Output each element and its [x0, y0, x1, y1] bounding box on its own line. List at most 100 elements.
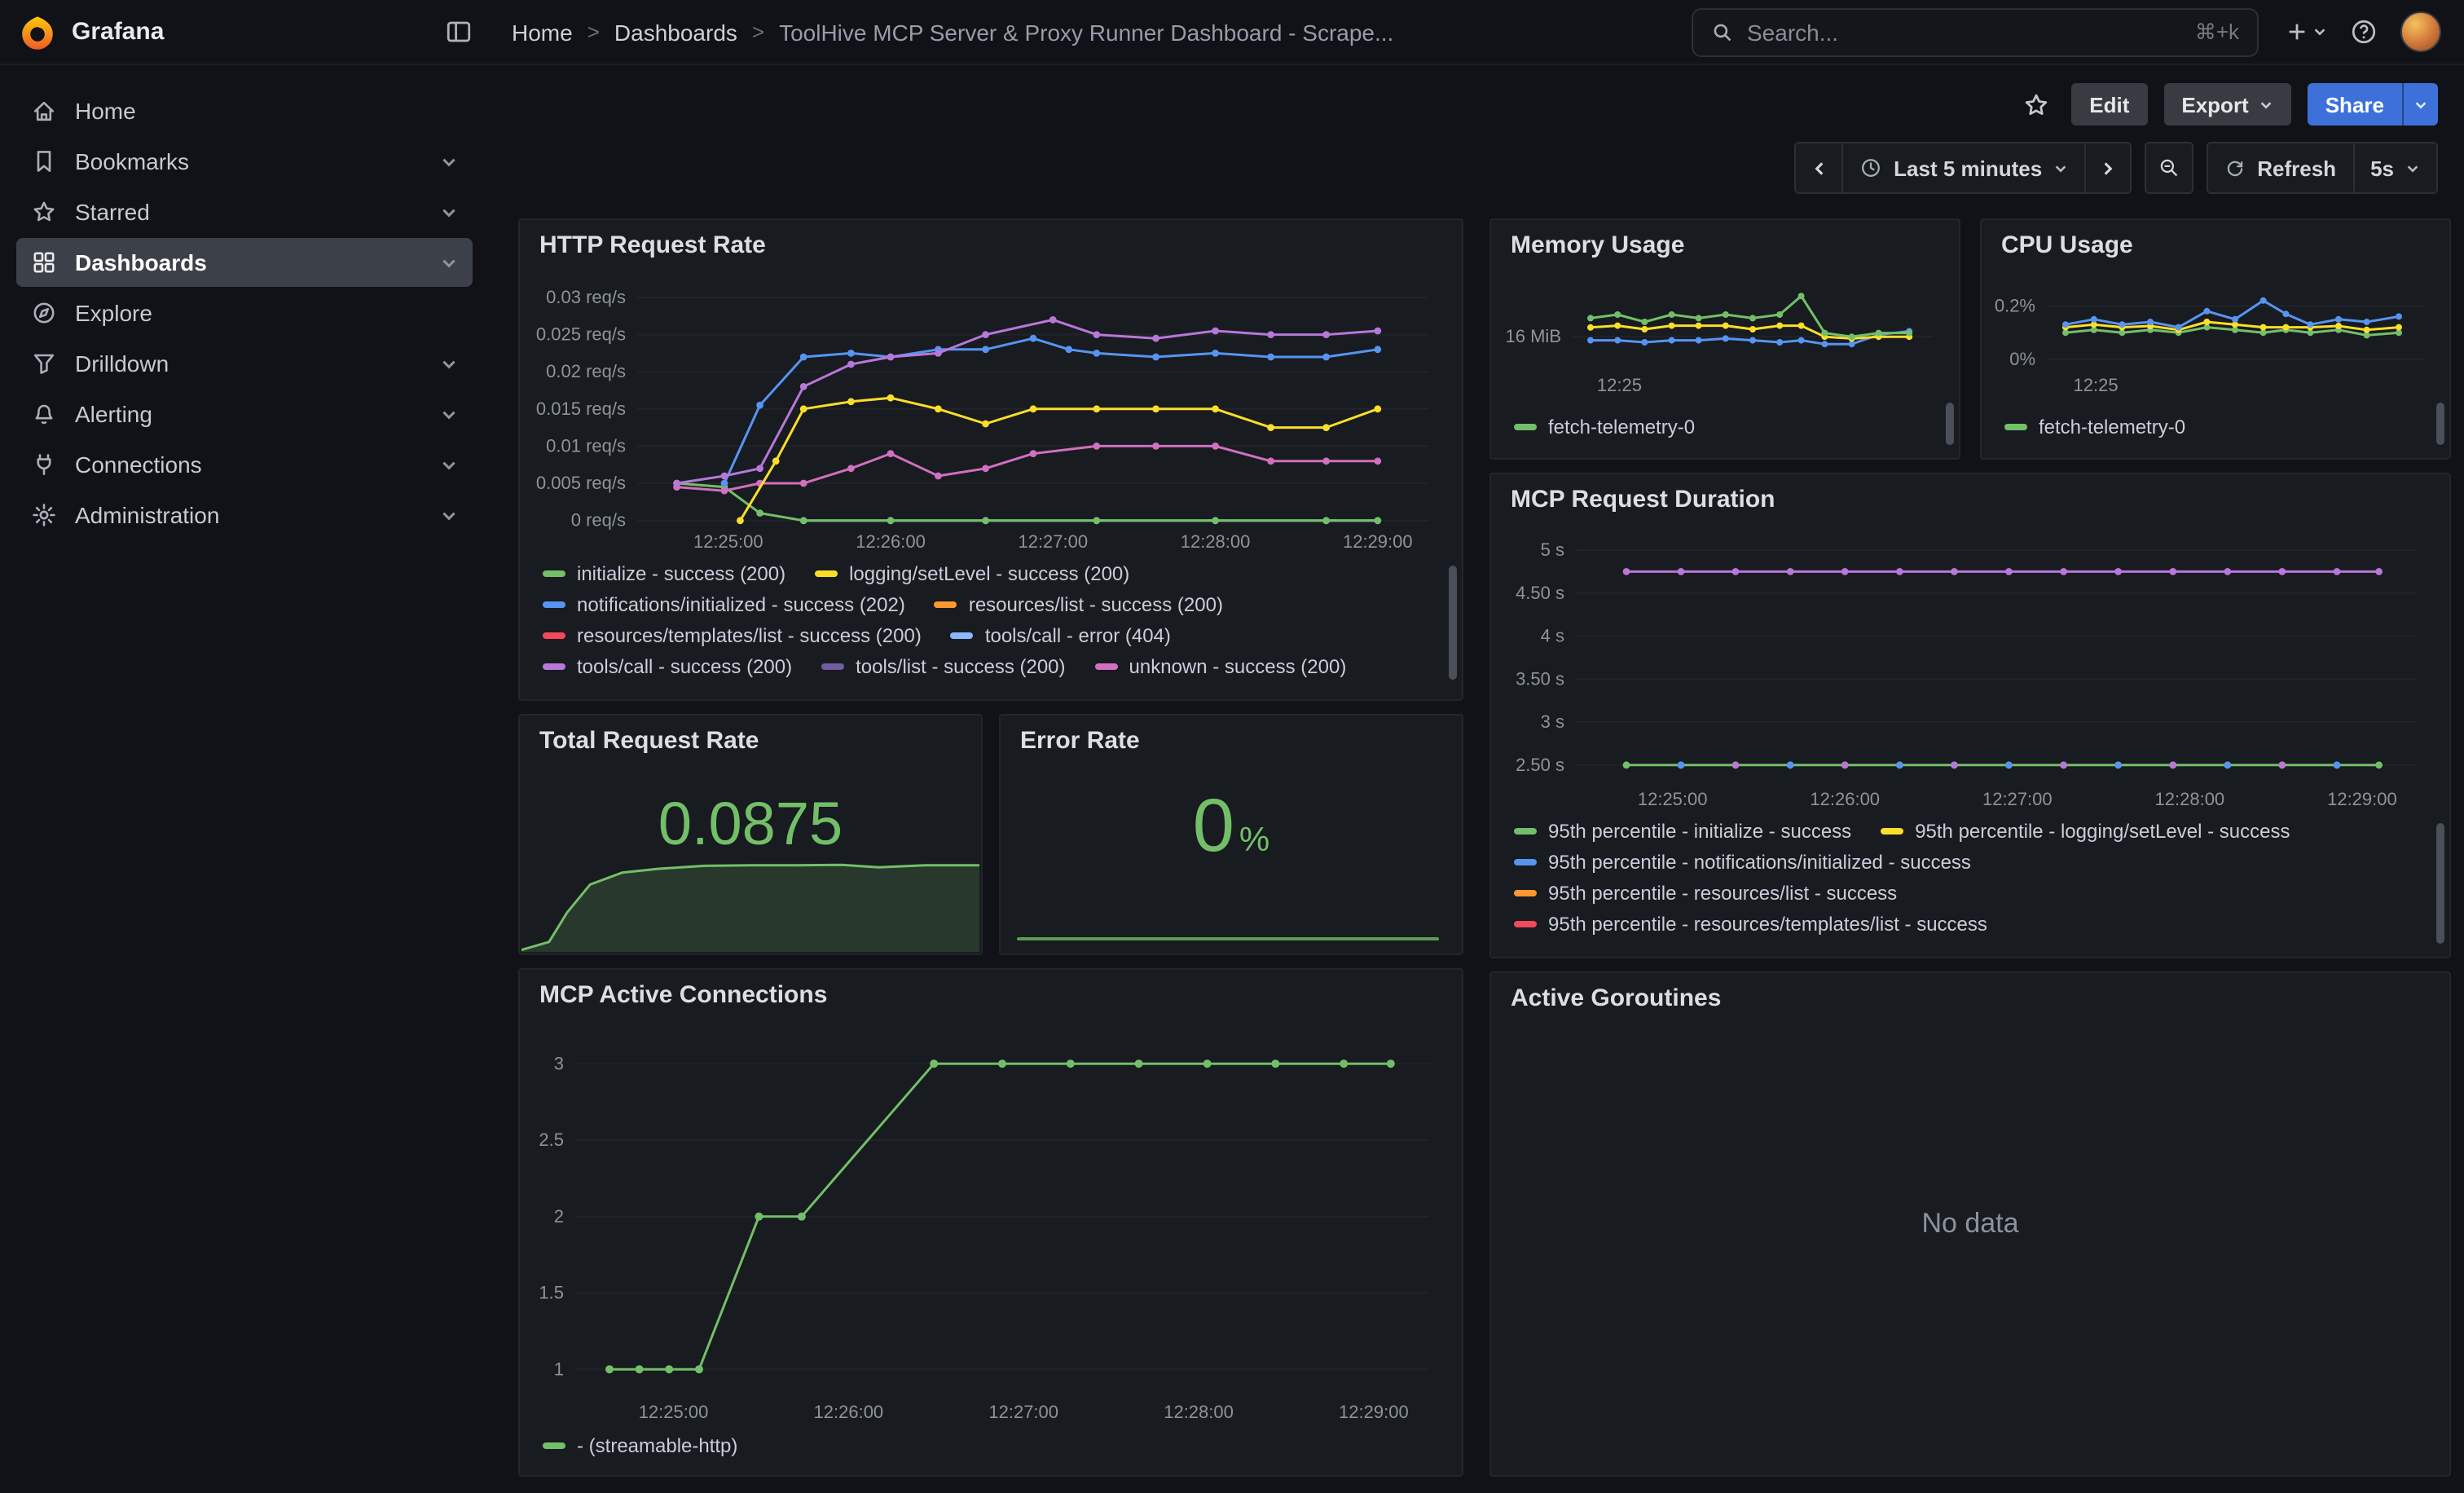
- legend-item[interactable]: notifications/initialized - success (202…: [543, 593, 905, 616]
- active-connections-chart[interactable]: 32.521.5112:25:0012:26:0012:27:0012:28:0…: [533, 1022, 1442, 1423]
- legend-item[interactable]: resources/list - success (200): [935, 593, 1223, 616]
- chevron-down-icon[interactable]: [440, 355, 458, 372]
- legend-item[interactable]: - (streamable-http): [543, 1434, 737, 1457]
- time-back-button[interactable]: [1796, 143, 1841, 192]
- time-range-picker[interactable]: Last 5 minutes: [1841, 143, 2084, 192]
- legend-swatch: [1881, 828, 1903, 835]
- time-forward-button[interactable]: [2084, 143, 2130, 192]
- chevron-down-icon[interactable]: [440, 253, 458, 271]
- legend-label: 95th percentile - notifications/initiali…: [1548, 851, 1971, 874]
- edit-button[interactable]: Edit: [2071, 83, 2147, 126]
- panel-title[interactable]: CPU Usage: [2001, 231, 2133, 259]
- panel-title[interactable]: HTTP Request Rate: [539, 231, 766, 259]
- refresh-interval-button[interactable]: 5s: [2352, 143, 2436, 192]
- cpu-usage-chart[interactable]: 0.2%0%12:25: [1991, 266, 2436, 396]
- panel-title[interactable]: Error Rate: [1020, 727, 1140, 755]
- chevron-down-icon[interactable]: [440, 405, 458, 423]
- chart-legend: 95th percentile - initialize - success 95…: [1514, 820, 2420, 944]
- legend-item[interactable]: 95th percentile - resources/templates/li…: [1514, 913, 1987, 936]
- legend-item[interactable]: 95th percentile - logging/setLevel - suc…: [1881, 820, 2290, 843]
- breadcrumb-dashboards[interactable]: Dashboards: [614, 19, 737, 45]
- chevron-down-icon[interactable]: [440, 203, 458, 221]
- search-input[interactable]: [1747, 19, 2182, 45]
- legend-item[interactable]: resources/templates/list - success (200): [543, 624, 922, 647]
- refresh-button[interactable]: Refresh: [2208, 143, 2352, 192]
- legend-item[interactable]: fetch-telemetry-0: [1514, 416, 1695, 438]
- svg-text:12:29:00: 12:29:00: [1339, 1402, 1409, 1422]
- gear-icon: [31, 502, 57, 528]
- chevron-down-icon[interactable]: [440, 456, 458, 473]
- svg-text:0.015 req/s: 0.015 req/s: [536, 399, 626, 419]
- chart-legend: initialize - success (200) logging/setLev…: [543, 562, 1432, 686]
- legend-item[interactable]: tools/list - success (200): [821, 655, 1065, 678]
- grafana-logo[interactable]: [20, 14, 55, 50]
- breadcrumb-home[interactable]: Home: [512, 19, 573, 45]
- plug-icon: [31, 451, 57, 478]
- favorite-star-button[interactable]: [2017, 86, 2055, 123]
- request-duration-chart[interactable]: 5 s4.50 s4 s3.50 s3 s2.50 s12:25:0012:26…: [1504, 526, 2430, 810]
- grid-column-left: HTTP Request Rate 0.03 req/s0.025 req/s0…: [518, 218, 1463, 1477]
- panel-title[interactable]: Memory Usage: [1511, 231, 1684, 259]
- memory-usage-chart[interactable]: 16 MiB12:25: [1501, 266, 1946, 396]
- share-menu-button[interactable]: [2402, 83, 2438, 126]
- svg-text:12:28:00: 12:28:00: [1181, 531, 1251, 552]
- grafana-app: Grafana Home > Dashboards > ToolHive MCP…: [0, 0, 2464, 1493]
- legend-scrollbar[interactable]: [2436, 823, 2444, 944]
- refresh-group: Refresh 5s: [2207, 142, 2438, 194]
- sidebar-item-explore[interactable]: Explore: [16, 288, 473, 337]
- legend-item[interactable]: tools/call - success (200): [543, 655, 792, 678]
- legend-item[interactable]: 95th percentile - notifications/initiali…: [1514, 851, 1971, 874]
- sidebar-item-starred[interactable]: Starred: [16, 187, 473, 236]
- panel-title[interactable]: Total Request Rate: [539, 727, 759, 755]
- legend-swatch: [1514, 921, 1537, 927]
- legend-item[interactable]: logging/setLevel - success (200): [815, 562, 1129, 585]
- refresh-icon: [2224, 157, 2246, 178]
- export-button[interactable]: Export: [2163, 83, 2290, 126]
- legend-item[interactable]: fetch-telemetry-0: [2004, 416, 2185, 438]
- sidebar-item-drilldown[interactable]: Drilldown: [16, 339, 473, 388]
- search-box[interactable]: ⌘+k: [1692, 7, 2259, 56]
- svg-text:1: 1: [554, 1359, 564, 1379]
- sidebar-item-connections[interactable]: Connections: [16, 440, 473, 489]
- plus-icon: [2285, 20, 2309, 44]
- user-avatar[interactable]: [2400, 11, 2441, 52]
- legend-scrollbar[interactable]: [1946, 403, 1954, 445]
- breadcrumb-separator: >: [587, 20, 600, 44]
- legend-scrollbar[interactable]: [2436, 403, 2444, 445]
- sidebar-item-administration[interactable]: Administration: [16, 491, 473, 540]
- legend-scrollbar[interactable]: [1449, 566, 1457, 680]
- chevron-right-icon: [2099, 159, 2117, 177]
- svg-text:0.02 req/s: 0.02 req/s: [546, 361, 626, 381]
- grafana-logo-icon: [20, 14, 55, 50]
- sidebar-toggle-icon[interactable]: [445, 18, 473, 46]
- legend-item[interactable]: unknown - success (200): [1095, 655, 1347, 678]
- sidebar-item-home[interactable]: Home: [16, 86, 473, 135]
- panel-http-request-rate: HTTP Request Rate 0.03 req/s0.025 req/s0…: [518, 218, 1463, 701]
- chevron-down-icon[interactable]: [440, 152, 458, 170]
- legend-item[interactable]: tools/call - error (404): [951, 624, 1171, 647]
- sidebar-item-alerting[interactable]: Alerting: [16, 390, 473, 438]
- svg-text:12:28:00: 12:28:00: [2155, 789, 2225, 809]
- legend-label: tools/call - success (200): [577, 655, 792, 678]
- sidebar-item-bookmarks[interactable]: Bookmarks: [16, 137, 473, 186]
- add-button[interactable]: [2285, 20, 2327, 44]
- panel-title[interactable]: MCP Request Duration: [1511, 486, 1775, 513]
- legend-swatch: [1095, 663, 1118, 670]
- stat-row: Total Request Rate 0.0875 Error Rate 0 %: [518, 714, 1463, 955]
- bell-icon: [31, 401, 57, 427]
- search-icon: [1711, 20, 1734, 43]
- error-rate-unit: %: [1239, 821, 1269, 861]
- zoom-out-button[interactable]: [2146, 143, 2192, 192]
- help-button[interactable]: [2350, 18, 2378, 46]
- bookmark-icon: [31, 148, 57, 174]
- panel-title[interactable]: Active Goroutines: [1511, 984, 1721, 1012]
- share-button[interactable]: Share: [2308, 83, 2402, 126]
- legend-item[interactable]: 95th percentile - initialize - success: [1514, 820, 1851, 843]
- http-request-rate-chart[interactable]: 0.03 req/s0.025 req/s0.02 req/s0.015 req…: [533, 272, 1442, 553]
- legend-item[interactable]: initialize - success (200): [543, 562, 785, 585]
- panel-title[interactable]: MCP Active Connections: [539, 981, 827, 1009]
- legend-item[interactable]: 95th percentile - resources/list - succe…: [1514, 882, 1897, 905]
- no-data-message: No data: [1491, 973, 2449, 1475]
- chevron-down-icon[interactable]: [440, 506, 458, 524]
- sidebar-item-dashboards[interactable]: Dashboards: [16, 238, 473, 287]
